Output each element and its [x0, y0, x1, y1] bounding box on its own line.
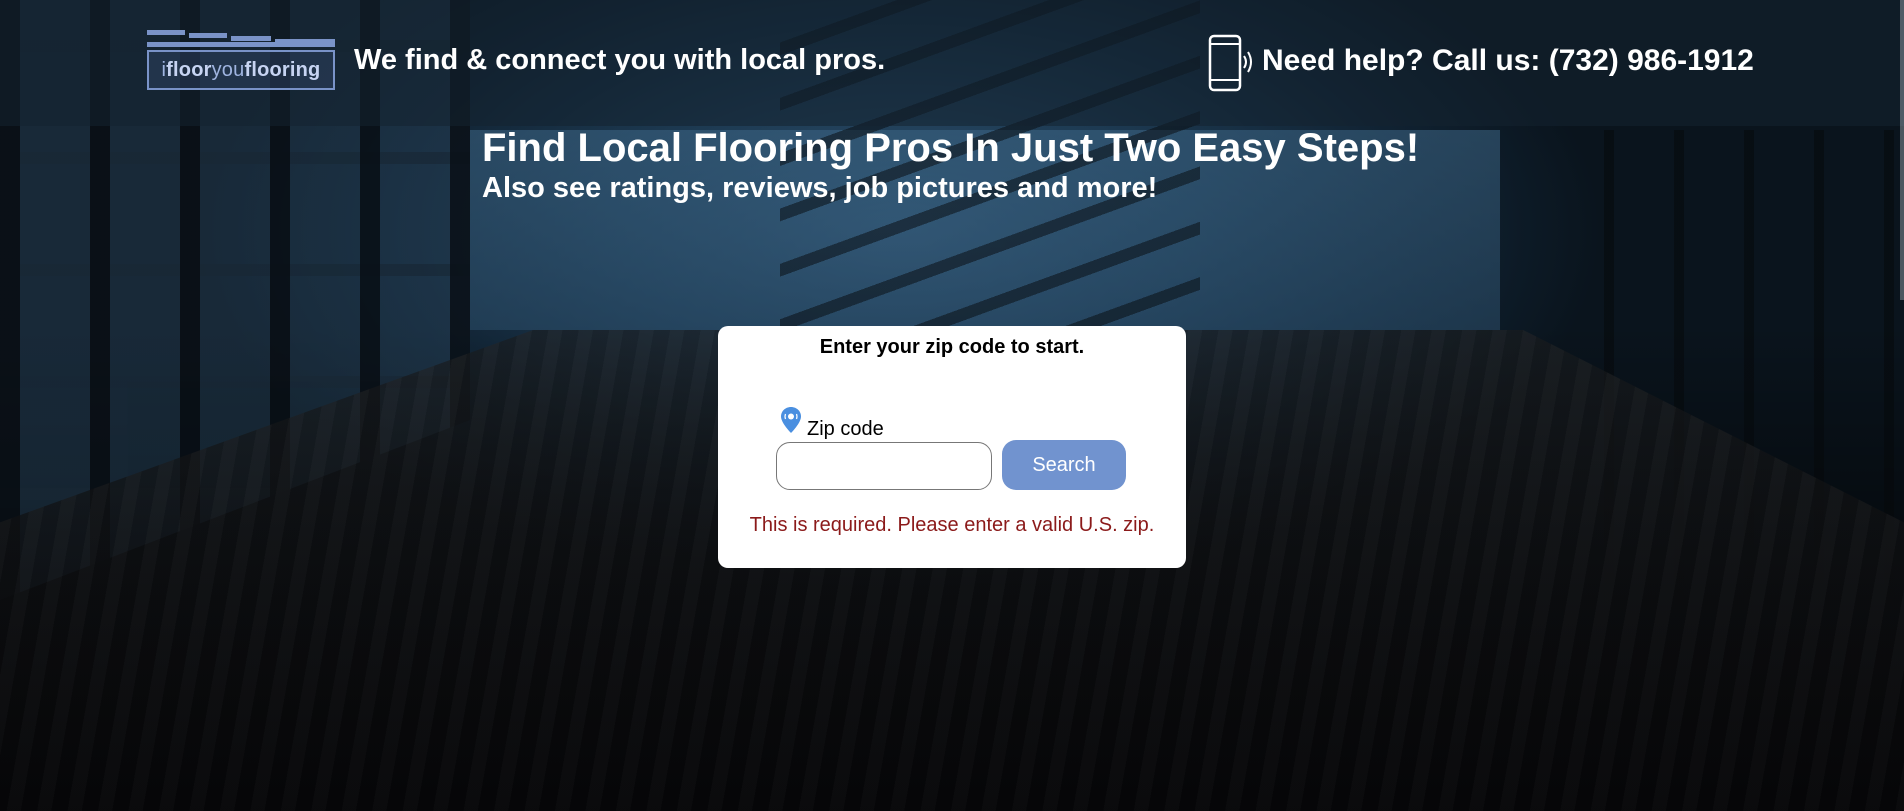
logo-text: iflooryouflooring [162, 59, 321, 82]
search-button[interactable]: Search [1002, 440, 1126, 490]
map-pin-icon [781, 407, 801, 433]
zip-code-label: Zip code [807, 418, 884, 440]
zip-search-card: Enter your zip code to start. Zip code S… [718, 326, 1186, 568]
logo-text-floor: floor [166, 58, 212, 81]
mobile-phone-ringing-icon [1208, 34, 1252, 92]
logo-stripes-icon [147, 30, 335, 47]
hero-headline: Find Local Flooring Pros In Just Two Eas… [482, 126, 1420, 170]
page-scrollbar[interactable] [1900, 0, 1904, 300]
logo-text-flooring: flooring [244, 58, 321, 81]
zip-error-message: This is required. Please enter a valid U… [749, 514, 1155, 536]
zip-card-title: Enter your zip code to start. [819, 336, 1085, 358]
logo-wordmark: iflooryouflooring [147, 50, 335, 90]
site-logo[interactable]: iflooryouflooring [147, 28, 335, 92]
help-phone-text[interactable]: Need help? Call us: (732) 986-1912 [1262, 44, 1754, 78]
logo-text-you: you [211, 58, 245, 81]
hero-subheadline: Also see ratings, reviews, job pictures … [482, 172, 1158, 204]
header-tagline: We find & connect you with local pros. [354, 44, 886, 76]
zip-code-input[interactable] [776, 442, 992, 490]
